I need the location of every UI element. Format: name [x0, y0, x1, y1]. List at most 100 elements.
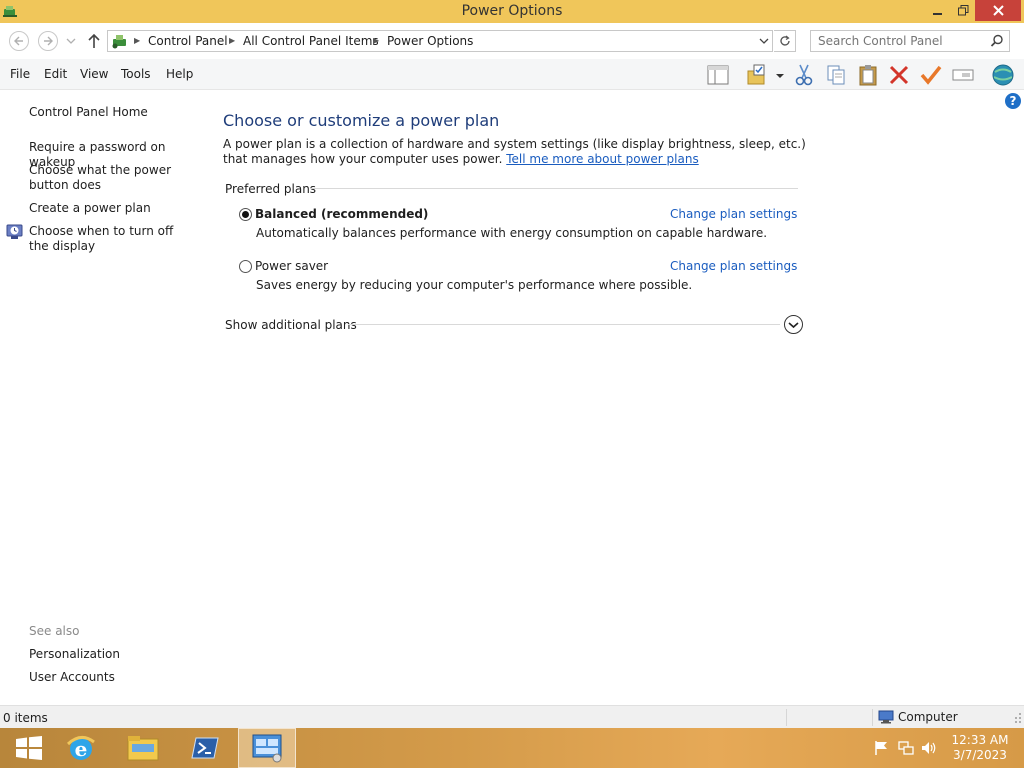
rename-field-icon — [952, 69, 974, 81]
window-title: Power Options — [461, 3, 563, 19]
group-divider — [310, 188, 798, 189]
status-divider — [872, 709, 873, 726]
scissors-icon — [795, 64, 813, 86]
arrow-left-icon — [14, 36, 23, 46]
copy-icon — [827, 65, 845, 85]
chevron-down-icon[interactable] — [758, 34, 770, 48]
status-location-label: Computer — [898, 710, 958, 724]
powershell-icon — [191, 737, 219, 759]
show-additional-plans-label[interactable]: Show additional plans — [225, 318, 357, 332]
balanced-change-settings-link[interactable]: Change plan settings — [670, 207, 797, 221]
properties-check-button[interactable] — [918, 62, 944, 88]
rename-button[interactable] — [950, 62, 976, 88]
search-icon[interactable] — [990, 34, 1004, 48]
menu-file[interactable]: File — [10, 67, 30, 81]
menu-help[interactable]: Help — [166, 67, 193, 81]
power-button-link[interactable]: Choose what the power button does — [29, 163, 199, 193]
restore-icon — [957, 5, 968, 16]
close-button[interactable] — [975, 0, 1021, 21]
chevron-down-icon — [788, 321, 799, 328]
personalization-link[interactable]: Personalization — [29, 647, 204, 662]
item-count: 0 items — [3, 711, 48, 725]
delete-button[interactable] — [886, 62, 912, 88]
chevron-down-icon[interactable] — [775, 72, 785, 80]
main-content: Choose or customize a power plan A power… — [210, 91, 1024, 705]
search-box — [810, 30, 1010, 52]
power-saver-radio[interactable] — [239, 260, 252, 273]
display-timer-icon — [6, 224, 23, 239]
action-center-flag-icon[interactable] — [874, 740, 890, 756]
breadcrumb-separator-icon[interactable]: ▶ — [134, 36, 140, 45]
status-bar: 0 items Computer — [0, 705, 1024, 728]
preferred-plans-label: Preferred plans — [225, 182, 317, 196]
restore-button[interactable] — [949, 0, 977, 21]
address-field[interactable]: ▶ Control Panel ▶ All Control Panel Item… — [107, 30, 773, 52]
folder-options-button[interactable] — [744, 62, 770, 88]
breadcrumb-power-options[interactable]: Power Options — [387, 34, 473, 48]
close-icon — [992, 5, 1004, 16]
back-button[interactable] — [9, 31, 29, 51]
paste-icon — [859, 65, 877, 86]
folder-icon — [127, 736, 159, 761]
taskbar-powershell[interactable] — [176, 728, 234, 768]
resize-grip-icon[interactable] — [1012, 711, 1022, 725]
balanced-radio[interactable] — [239, 208, 252, 221]
clock-date: 3/7/2023 — [953, 748, 1007, 762]
arrow-up-icon[interactable] — [86, 32, 102, 50]
internet-explorer-icon: e — [66, 736, 95, 761]
paste-button[interactable] — [855, 62, 881, 88]
windows-logo-icon — [16, 736, 42, 760]
control-panel-home-link[interactable]: Control Panel Home — [29, 105, 204, 120]
check-icon — [920, 65, 942, 85]
intro-text: A power plan is a collection of hardware… — [223, 137, 813, 167]
copy-button[interactable] — [823, 62, 849, 88]
left-pane: Control Panel Home Require a password on… — [0, 91, 210, 705]
title-bar: Power Options — [0, 0, 1024, 23]
power-saver-plan-name[interactable]: Power saver — [255, 259, 328, 273]
breadcrumb-separator-icon[interactable]: ▶ — [229, 36, 235, 45]
power-saver-change-settings-link[interactable]: Change plan settings — [670, 259, 797, 273]
breadcrumb-all-items[interactable]: All Control Panel Items — [243, 34, 379, 48]
cut-button[interactable] — [791, 62, 817, 88]
create-power-plan-link[interactable]: Create a power plan — [29, 201, 204, 216]
status-location: Computer — [878, 710, 958, 724]
taskbar-control-panel[interactable] — [238, 728, 296, 768]
breadcrumb-separator-icon[interactable]: ▶ — [373, 36, 379, 45]
delete-x-icon — [889, 65, 909, 85]
menu-view[interactable]: View — [80, 67, 108, 81]
taskbar-internet-explorer[interactable]: e — [52, 728, 110, 768]
search-input[interactable] — [811, 31, 987, 51]
clock-time: 12:33 AM — [951, 733, 1009, 747]
balanced-plan-description: Automatically balances performance with … — [256, 226, 768, 240]
balanced-plan-name[interactable]: Balanced (recommended) — [255, 207, 428, 221]
additional-plans-divider — [348, 324, 780, 325]
start-button[interactable] — [0, 728, 58, 768]
power-saver-plan-description: Saves energy by reducing your computer's… — [256, 278, 693, 292]
minimize-icon — [933, 12, 942, 15]
network-icon[interactable] — [898, 740, 914, 756]
status-divider — [786, 709, 787, 726]
menu-tools[interactable]: Tools — [121, 67, 151, 81]
speaker-icon[interactable] — [921, 740, 937, 756]
taskbar-clock[interactable]: 12:33 AM 3/7/2023 — [945, 733, 1015, 763]
refresh-button[interactable] — [774, 30, 796, 52]
expand-additional-plans-button[interactable] — [784, 315, 803, 334]
minimize-button[interactable] — [924, 0, 952, 21]
globe-button[interactable] — [990, 62, 1016, 88]
address-bar: ▶ Control Panel ▶ All Control Panel Item… — [0, 23, 1024, 59]
breadcrumb-control-panel[interactable]: Control Panel — [148, 34, 228, 48]
layout-pane-icon — [707, 65, 729, 85]
page-title: Choose or customize a power plan — [223, 111, 500, 130]
user-accounts-link[interactable]: User Accounts — [29, 670, 204, 685]
taskbar-file-explorer[interactable] — [114, 728, 172, 768]
folder-check-icon — [747, 64, 765, 85]
computer-icon — [878, 710, 894, 724]
layout-pane-button[interactable] — [705, 62, 731, 88]
globe-icon — [992, 64, 1014, 86]
recent-locations-chevron-icon[interactable] — [66, 37, 76, 45]
learn-more-link[interactable]: Tell me more about power plans — [506, 152, 698, 166]
menu-edit[interactable]: Edit — [44, 67, 67, 81]
forward-button[interactable] — [38, 31, 58, 51]
control-panel-window-icon — [252, 734, 282, 763]
turn-off-display-link[interactable]: Choose when to turn off the display — [29, 224, 194, 254]
